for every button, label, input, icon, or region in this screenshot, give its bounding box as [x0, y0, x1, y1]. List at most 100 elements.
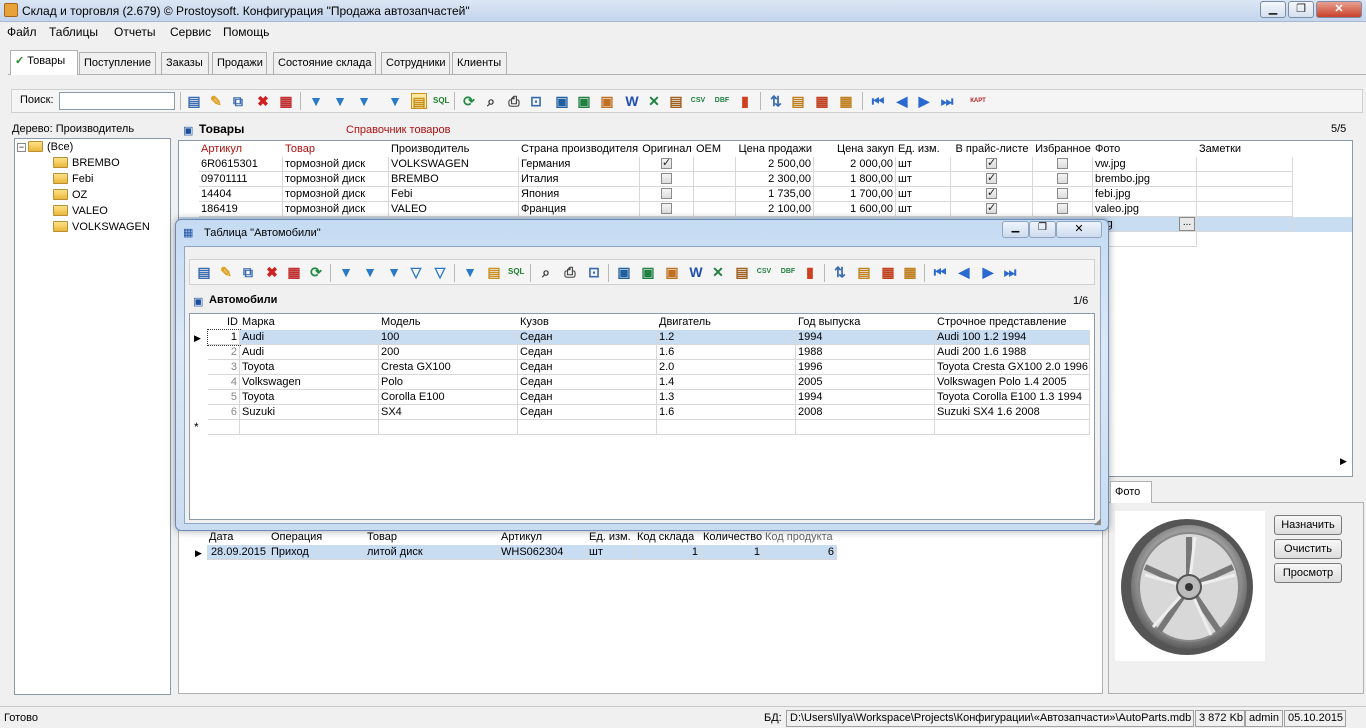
maximize-button[interactable]: ❐ [1288, 1, 1314, 18]
refresh-icon[interactable]: ⟳ [461, 93, 477, 109]
search-input[interactable] [59, 92, 175, 110]
cell-repr[interactable]: Volkswagen Polo 1.4 2005 [935, 375, 1090, 390]
cell-photo[interactable]: vw.jpg [1093, 157, 1197, 172]
products-col-header[interactable]: Ед. изм. [896, 141, 951, 157]
cell-cost[interactable]: 1 700,00 [814, 187, 896, 202]
cell-brand[interactable]: Toyota [240, 360, 379, 375]
cell-id[interactable]: 4 [208, 375, 240, 390]
cell-repr[interactable]: Suzuki SX4 1.6 2008 [935, 405, 1090, 420]
cell-year[interactable]: 1994 [796, 390, 935, 405]
checkbox-pricelist[interactable] [986, 172, 997, 186]
cell-model[interactable]: 200 [379, 345, 518, 360]
cell-unit[interactable]: шт [896, 202, 951, 217]
clear-photo-button[interactable]: Очистить [1274, 539, 1342, 559]
cell-engine[interactable]: 1.3 [657, 390, 796, 405]
export-rtf-icon[interactable]: ▤ [668, 93, 684, 109]
cell-unit[interactable]: шт [896, 172, 951, 187]
collapse-icon[interactable]: − [17, 143, 26, 152]
cell-cost[interactable]: 1 600,00 [814, 202, 896, 217]
products-col-header[interactable]: Цена продажи [736, 141, 814, 157]
cell-country[interactable]: Япония [519, 187, 640, 202]
cell-fav[interactable] [1033, 157, 1093, 172]
tree-item-oz[interactable]: OZ [53, 189, 87, 201]
cell-engine[interactable]: 1.2 [657, 330, 796, 345]
cell-notes[interactable] [1197, 157, 1293, 172]
export-csv-icon[interactable]: CSV [690, 93, 706, 109]
cell-id[interactable]: 1 [207, 329, 241, 346]
cell-fav[interactable] [1033, 187, 1093, 202]
cell-original[interactable] [640, 157, 694, 172]
tab-receipts[interactable]: Поступление [79, 52, 156, 74]
cell-maker[interactable]: VALEO [389, 202, 519, 217]
export-doc-icon[interactable]: W [688, 264, 704, 280]
checkbox-fav[interactable] [1057, 173, 1068, 184]
first-record-icon[interactable]: ⏮ [870, 93, 886, 109]
cell-article[interactable]: 09701111 [199, 172, 283, 187]
cell-article[interactable]: WHS062304 [499, 545, 587, 560]
chart-icon[interactable]: ▮ [802, 264, 818, 280]
menu-reports[interactable]: Отчеты [114, 25, 155, 39]
cell-year[interactable]: 1988 [796, 345, 935, 360]
cell-unit[interactable]: шт [587, 545, 635, 560]
cell-pricelist[interactable] [951, 202, 1033, 217]
cell-year[interactable]: 1994 [796, 330, 935, 345]
tab-stock-state[interactable]: Состояние склада [273, 52, 376, 74]
cars-col-header[interactable]: Двигатель [657, 314, 796, 330]
cell-price[interactable]: 2 300,00 [736, 172, 814, 187]
cell-product[interactable]: тормозной диск [283, 187, 389, 202]
prev-record-icon[interactable]: ◀ [956, 264, 972, 280]
cell-date[interactable]: 28.09.2015 [207, 545, 269, 560]
cell-country[interactable]: Германия [519, 157, 640, 172]
cell-product[interactable]: тормозной диск [283, 157, 389, 172]
cell-body[interactable]: Седан [518, 360, 657, 375]
tree-item-volkswagen[interactable]: VOLKSWAGEN [53, 221, 150, 233]
last-record-icon[interactable]: ⏭ [939, 93, 955, 109]
movements-col-header[interactable]: Ед. изм. [587, 529, 635, 545]
tab-clients[interactable]: Клиенты [452, 52, 507, 74]
columns-icon[interactable]: ▦ [902, 264, 918, 280]
cell-fav[interactable] [1033, 202, 1093, 217]
cell-oem[interactable] [694, 187, 736, 202]
delete-all-icon[interactable]: ▦ [286, 264, 302, 280]
menu-help[interactable]: Помощь [223, 25, 269, 39]
cell-year[interactable]: 2005 [796, 375, 935, 390]
checkbox-fav[interactable] [1057, 203, 1068, 214]
tree-item-valeo[interactable]: VALEO [53, 205, 108, 217]
card-icon[interactable]: КАРТ [970, 93, 986, 109]
cell-code[interactable]: 6 [763, 545, 837, 560]
cell-oem[interactable] [694, 202, 736, 217]
cell-cost[interactable]: 1 800,00 [814, 172, 896, 187]
cars-col-header[interactable]: Год выпуска [796, 314, 935, 330]
cell-id[interactable]: 6 [208, 405, 240, 420]
cell-body[interactable]: Седан [518, 330, 657, 345]
movements-col-header[interactable]: Количество [701, 529, 763, 545]
cell-pricelist[interactable] [951, 172, 1033, 187]
sql-icon[interactable]: SQL [508, 264, 524, 280]
next-record-icon[interactable]: ▶ [916, 93, 932, 109]
cell-repr[interactable]: Toyota Corolla E100 1.3 1994 [935, 390, 1090, 405]
cell-product[interactable]: тормозной диск [283, 172, 389, 187]
tree-icon[interactable]: ▤ [411, 93, 427, 110]
cell-maker[interactable]: VOLKSWAGEN [389, 157, 519, 172]
next-record-icon[interactable]: ▶ [980, 264, 996, 280]
cell-photo[interactable]: brembo.jpg [1093, 172, 1197, 187]
edit-icon[interactable]: ✎ [218, 264, 234, 280]
cell-brand[interactable]: Toyota [240, 390, 379, 405]
menu-file[interactable]: Файл [7, 25, 37, 39]
checkbox-pricelist[interactable] [986, 187, 997, 201]
cell-brand[interactable]: Suzuki [240, 405, 379, 420]
cell-unit[interactable]: шт [896, 187, 951, 202]
cell-price[interactable]: 1 735,00 [736, 187, 814, 202]
sort-icon[interactable]: ⇅ [768, 93, 784, 109]
first-record-icon[interactable]: ⏮ [932, 264, 948, 280]
cell-unit[interactable]: шт [896, 157, 951, 172]
filter-apply-icon[interactable]: ▽ [432, 264, 448, 280]
cars-col-header[interactable]: Кузов [518, 314, 657, 330]
cell-pricelist[interactable] [951, 187, 1033, 202]
copy-icon[interactable]: ⧉ [240, 264, 256, 280]
cars-col-header[interactable]: ID [208, 314, 240, 330]
cell-photo[interactable]: valeo.jpg [1093, 202, 1197, 217]
export-excel-icon[interactable]: ▣ [576, 93, 592, 109]
cell-original[interactable] [640, 172, 694, 187]
menu-tables[interactable]: Таблицы [49, 25, 98, 39]
